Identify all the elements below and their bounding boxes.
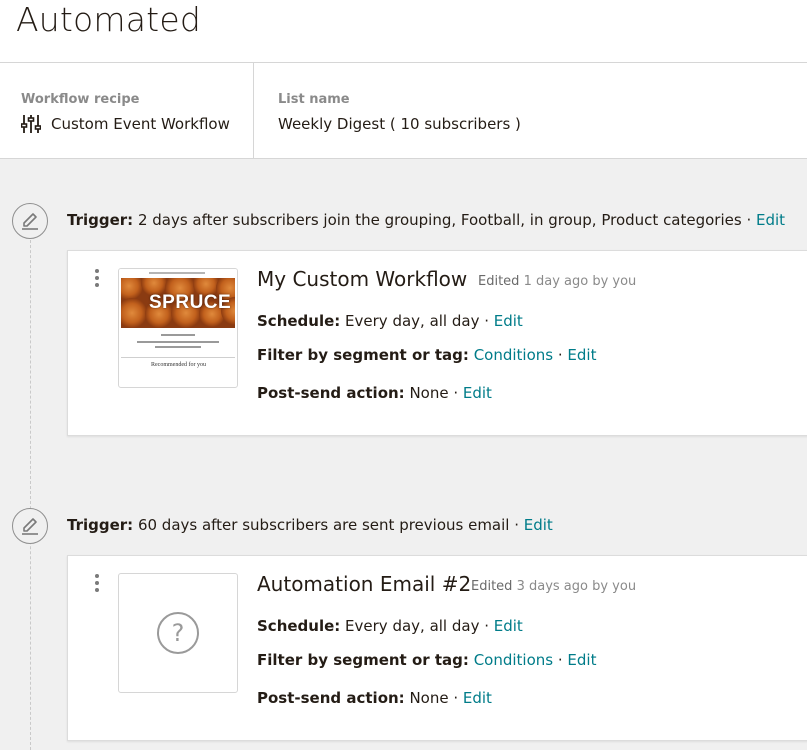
trigger-description: Trigger: 2 days after subscribers join t… xyxy=(67,211,785,229)
thumbnail-footer-text: Recommended for you xyxy=(151,362,206,368)
list-name-value: Weekly Digest ( 10 subscribers ) xyxy=(278,115,521,133)
conditions-link[interactable]: Conditions xyxy=(474,651,553,669)
more-options-icon[interactable] xyxy=(92,269,102,293)
schedule-value: Every day, all day · xyxy=(340,312,494,330)
schedule-label: Schedule: xyxy=(257,312,341,330)
email-thumbnail[interactable]: ? xyxy=(118,573,238,693)
more-options-icon[interactable] xyxy=(92,574,102,598)
edit-trigger-icon[interactable] xyxy=(12,508,48,544)
post-send-value: None · xyxy=(404,384,463,402)
email-thumbnail[interactable]: SPRUCE Recommended for you xyxy=(118,268,238,388)
page-header: Automated Workflow recipe Custom Event W… xyxy=(0,0,807,159)
schedule-label: Schedule: xyxy=(257,617,341,635)
edited-info: Edited 1 day ago by you xyxy=(478,274,637,289)
workflow-recipe-section: Workflow recipe Custom Event Workflow xyxy=(0,63,254,159)
post-send-label: Post-send action: xyxy=(257,689,405,707)
edit-trigger-link[interactable]: Edit xyxy=(756,211,785,229)
email-card: SPRUCE Recommended for you My Custom Wor… xyxy=(67,250,807,436)
edit-filter-link[interactable]: Edit xyxy=(567,651,596,669)
schedule-value: Every day, all day · xyxy=(340,617,494,635)
trigger-text: 2 days after subscribers join the groupi… xyxy=(133,211,756,229)
workflow-recipe-value: Custom Event Workflow xyxy=(51,115,230,133)
edited-info: Edited 3 days ago by you xyxy=(471,579,637,594)
trigger-text: 60 days after subscribers are sent previ… xyxy=(133,516,524,534)
post-send-label: Post-send action: xyxy=(257,384,405,402)
timeline-connector xyxy=(30,230,31,750)
post-send-row: Post-send action: None · Edit xyxy=(257,689,492,707)
workflow-meta-bar: Workflow recipe Custom Event Workflow Li… xyxy=(0,62,807,159)
trigger-label: Trigger: xyxy=(67,211,134,229)
post-send-row: Post-send action: None · Edit xyxy=(257,384,492,402)
filter-row: Filter by segment or tag: Conditions · E… xyxy=(257,651,597,669)
schedule-row: Schedule: Every day, all day · Edit xyxy=(257,312,523,330)
email-card: ? Automation Email #2 Edited 3 days ago … xyxy=(67,555,807,741)
trigger-description: Trigger: 60 days after subscribers are s… xyxy=(67,516,553,534)
conditions-link[interactable]: Conditions xyxy=(474,346,553,364)
sliders-icon xyxy=(20,114,42,134)
page-title: Automated xyxy=(16,0,201,39)
edit-schedule-link[interactable]: Edit xyxy=(494,312,523,330)
workflow-recipe-label: Workflow recipe xyxy=(21,92,140,107)
post-send-value: None · xyxy=(404,689,463,707)
filter-label: Filter by segment or tag: xyxy=(257,346,469,364)
edit-filter-link[interactable]: Edit xyxy=(567,346,596,364)
trigger-label: Trigger: xyxy=(67,516,134,534)
schedule-row: Schedule: Every day, all day · Edit xyxy=(257,617,523,635)
logs-image: SPRUCE xyxy=(121,278,235,328)
edit-schedule-link[interactable]: Edit xyxy=(494,617,523,635)
edit-trigger-link[interactable]: Edit xyxy=(524,516,553,534)
email-title[interactable]: My Custom Workflow xyxy=(257,267,467,291)
list-name-label: List name xyxy=(278,92,350,107)
filter-label: Filter by segment or tag: xyxy=(257,651,469,669)
filter-row: Filter by segment or tag: Conditions · E… xyxy=(257,346,597,364)
list-name-section: List name Weekly Digest ( 10 subscribers… xyxy=(254,63,807,159)
spruce-logo-text: SPRUCE xyxy=(149,292,232,313)
email-title[interactable]: Automation Email #2 xyxy=(257,572,471,596)
question-icon: ? xyxy=(157,612,199,654)
edit-post-send-link[interactable]: Edit xyxy=(463,384,492,402)
edit-trigger-icon[interactable] xyxy=(12,203,48,239)
edit-post-send-link[interactable]: Edit xyxy=(463,689,492,707)
